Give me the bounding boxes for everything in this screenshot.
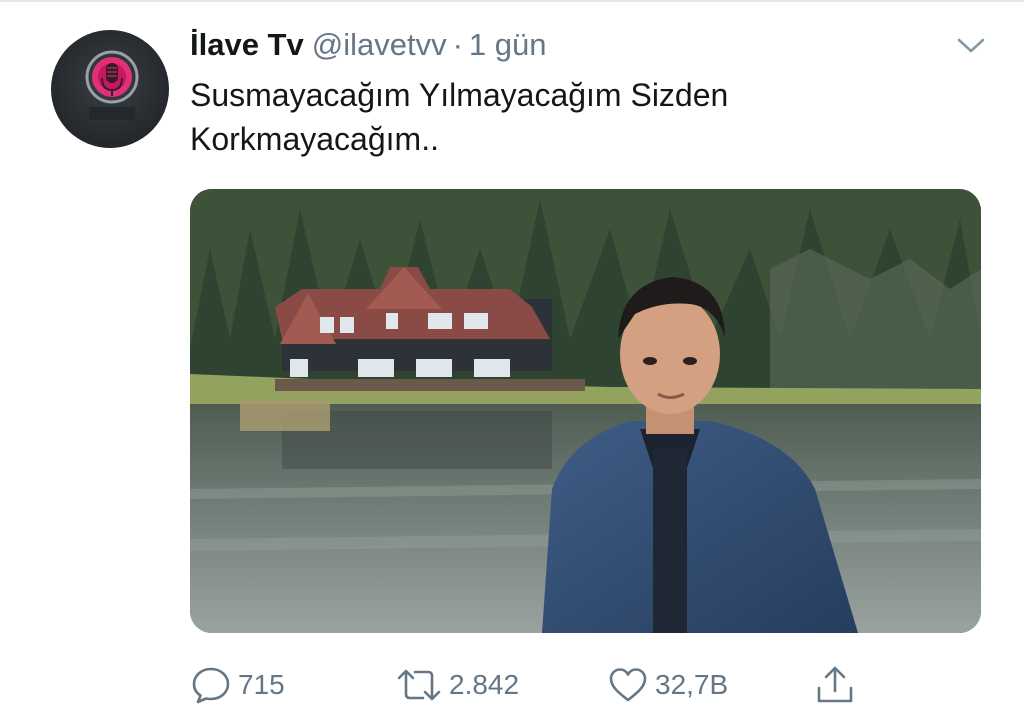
avatar[interactable]: [51, 30, 169, 148]
tweet-header: İlave Tv @ilavetvv · 1 gün: [190, 26, 547, 64]
retweet-count: 2.842: [449, 669, 520, 700]
timestamp[interactable]: 1 gün: [469, 27, 547, 62]
tweet-text-line: Susmayacağım Yılmayacağım Sizden: [190, 77, 729, 113]
tweet-card[interactable]: İlave Tv @ilavetvv · 1 gün Susmayacağım Yıl…: [0, 0, 1024, 728]
top-divider: [0, 0, 1024, 2]
comment-bubble-icon: [192, 667, 230, 704]
tweet-text: Susmayacağım Yılmayacağım Sizden Korkmay…: [190, 73, 950, 161]
tweet-photo[interactable]: [190, 189, 981, 633]
reply-count: 715: [238, 669, 285, 700]
retweet-arrows-icon: [397, 669, 441, 701]
heart-icon: [609, 668, 647, 702]
tweet-actions: 715 2.842 32,7B: [190, 662, 890, 708]
like-button[interactable]: 32,7B: [607, 662, 728, 708]
share-button[interactable]: [814, 662, 856, 708]
retweet-button[interactable]: 2.842: [395, 662, 519, 708]
like-count: 32,7B: [655, 669, 729, 700]
user-handle[interactable]: @ilavetvv: [312, 27, 447, 62]
tweet-menu-button[interactable]: [955, 32, 987, 58]
display-name[interactable]: İlave Tv: [190, 27, 304, 62]
separator-dot: ·: [452, 27, 463, 62]
photo-illustration: [190, 189, 981, 633]
chevron-down-icon: [957, 38, 985, 53]
avatar-logo-icon: [85, 50, 139, 120]
share-upload-icon: [817, 666, 853, 703]
reply-button[interactable]: 715: [190, 662, 285, 708]
tweet-text-line: Korkmayacağım..: [190, 121, 439, 157]
